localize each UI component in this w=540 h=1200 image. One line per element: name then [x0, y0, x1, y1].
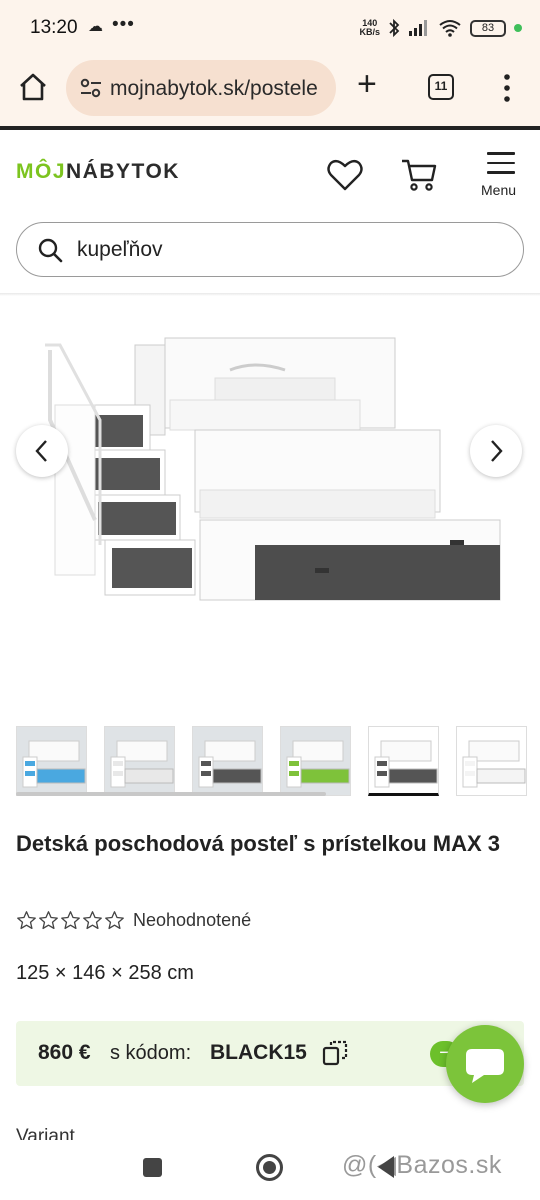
menu-label: Menu — [481, 182, 517, 198]
search-icon[interactable] — [37, 237, 63, 263]
thumbnail-3[interactable] — [192, 726, 263, 796]
signal-icon — [409, 20, 427, 36]
product-dimensions: 125 × 146 × 258 cm — [16, 962, 194, 984]
star-icon — [105, 910, 124, 929]
promo-price: 860 € — [38, 1041, 91, 1064]
product-rating[interactable]: Neohodnotené — [16, 908, 251, 932]
battery-icon: 83 — [470, 19, 506, 37]
product-title: Detská poschodová posteľ s prístelkou MA… — [16, 831, 501, 856]
home-nav-icon[interactable] — [256, 1154, 283, 1181]
copy-icon[interactable] — [322, 1040, 348, 1066]
browser-toolbar: mojnabytok.sk/postele + 11 — [0, 56, 540, 126]
more-notifications-icon: ••• — [112, 14, 135, 35]
recent-apps-icon[interactable] — [143, 1158, 162, 1177]
menu-button[interactable]: Menu — [480, 150, 524, 200]
hamburger-icon — [487, 152, 515, 174]
status-bar: 13:20 ☁ ••• 140 KB/s 83 — [0, 0, 540, 56]
search-input[interactable] — [77, 235, 497, 265]
wishlist-heart-icon[interactable] — [326, 158, 364, 192]
star-icon — [61, 910, 80, 929]
rating-stars — [16, 910, 125, 931]
site-logo[interactable]: MÔJNÁBYTOK — [16, 160, 180, 184]
more-options-icon[interactable] — [497, 70, 517, 106]
product-image[interactable] — [40, 330, 510, 620]
cart-icon[interactable] — [400, 156, 438, 194]
status-icons: 140 KB/s 83 — [359, 14, 522, 42]
clock: 13:20 — [30, 17, 78, 38]
chat-bubble-icon — [466, 1049, 504, 1083]
privacy-indicator — [514, 24, 522, 32]
url-text: mojnabytok.sk/postele — [110, 77, 318, 100]
star-icon — [83, 910, 102, 929]
promo-code-label: s kódom: — [110, 1042, 192, 1064]
site-header: MÔJNÁBYTOK Menu — [0, 130, 540, 290]
header-shadow — [0, 293, 540, 296]
wifi-icon — [439, 20, 461, 37]
network-speed: 140 KB/s — [359, 18, 380, 37]
chevron-left-icon — [35, 440, 47, 462]
home-icon[interactable] — [16, 70, 50, 104]
thumbnail-4[interactable] — [280, 726, 351, 796]
watermark: @(◀Bazos.sk — [342, 1151, 502, 1179]
gallery-prev-button[interactable] — [16, 425, 68, 477]
address-bar[interactable]: mojnabytok.sk/postele — [66, 60, 336, 116]
star-icon — [17, 910, 36, 929]
gallery-next-button[interactable] — [470, 425, 522, 477]
star-icon — [39, 910, 58, 929]
bluetooth-icon — [389, 18, 400, 38]
cloud-icon: ☁ — [88, 18, 103, 35]
tab-switcher-button[interactable]: 11 — [428, 74, 454, 100]
thumbnail-1[interactable] — [16, 726, 87, 796]
system-navigation-bar: @(◀Bazos.sk — [0, 1140, 540, 1200]
gallery-thumbnails — [0, 724, 540, 800]
rating-text: Neohodnotené — [133, 909, 252, 930]
promo-code: BLACK15 — [210, 1041, 307, 1064]
chevron-right-icon — [491, 440, 503, 462]
thumbnail-6[interactable] — [456, 726, 527, 796]
search-box[interactable] — [16, 222, 524, 277]
thumbnail-scrollbar[interactable] — [16, 792, 326, 796]
site-settings-icon[interactable] — [80, 78, 102, 98]
new-tab-icon[interactable]: + — [357, 67, 377, 101]
thumbnail-5[interactable] — [368, 726, 439, 796]
thumbnail-2[interactable] — [104, 726, 175, 796]
product-gallery — [0, 300, 540, 710]
chat-button[interactable] — [446, 1025, 524, 1103]
